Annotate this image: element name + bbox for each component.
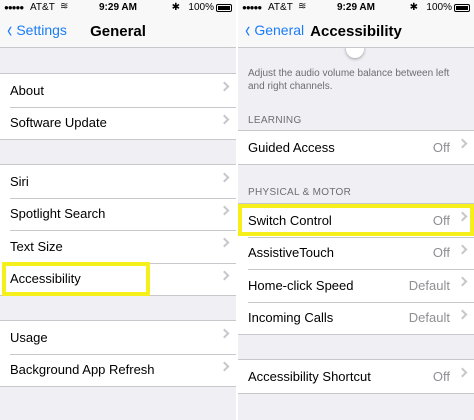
row-siri[interactable]: Siri <box>0 165 236 198</box>
row-value: Off <box>432 139 450 155</box>
row-label: About <box>10 82 44 98</box>
battery-percent: 100% <box>188 2 214 13</box>
bluetooth-icon: ✱ <box>409 2 418 13</box>
row-value: Off <box>432 212 450 228</box>
settings-group: Accessibility Shortcut Off <box>238 359 474 394</box>
chevron-right-icon <box>219 81 230 92</box>
settings-group: Switch Control Off AssistiveTouch Off Ho… <box>238 203 474 335</box>
section-header-learning: LEARNING <box>248 115 302 126</box>
chevron-right-icon <box>219 205 230 215</box>
row-label: Switch Control <box>248 212 332 228</box>
row-label: Accessibility <box>10 271 81 287</box>
chevron-right-icon <box>219 361 230 371</box>
balance-description: Adjust the audio volume balance between … <box>248 68 450 92</box>
battery-percent: 100% <box>426 2 452 13</box>
row-value: Default <box>408 310 450 326</box>
battery-icon <box>216 4 232 12</box>
row-label: Guided Access <box>248 139 335 155</box>
section-header-physical-motor: PHYSICAL & MOTOR <box>248 187 352 198</box>
row-accessibility-shortcut[interactable]: Accessibility Shortcut Off <box>238 360 474 393</box>
settings-group: Usage Background App Refresh <box>0 320 236 387</box>
row-usage[interactable]: Usage <box>0 321 236 354</box>
row-label: Spotlight Search <box>10 206 106 222</box>
chevron-right-icon <box>457 309 468 319</box>
row-value: Off <box>432 368 450 384</box>
row-label: Incoming Calls <box>248 310 334 326</box>
chevron-right-icon <box>457 138 468 149</box>
chevron-right-icon <box>457 367 468 378</box>
row-text-size[interactable]: Text Size <box>0 230 236 263</box>
row-switch-control[interactable]: Switch Control Off <box>238 204 474 237</box>
row-label: Accessibility Shortcut <box>248 368 371 384</box>
battery-icon <box>454 4 470 12</box>
chevron-right-icon <box>219 114 230 124</box>
nav-bar: ‹ General Accessibility <box>238 16 474 48</box>
general-screen: ●●●●● AT&T ≋ 9:29 AM ✱ 100% ‹ Settings G… <box>0 0 236 420</box>
settings-group: Siri Spotlight Search Text Size Accessib… <box>0 164 236 296</box>
status-bar: ●●●●● AT&T ≋ 9:29 AM ✱ 100% <box>238 0 474 16</box>
row-guided-access[interactable]: Guided Access Off <box>238 131 474 164</box>
status-bar: ●●●●● AT&T ≋ 9:29 AM ✱ 100% <box>0 0 236 16</box>
row-label: Siri <box>10 173 29 189</box>
row-assistivetouch[interactable]: AssistiveTouch Off <box>238 236 474 270</box>
row-value: Off <box>432 245 450 261</box>
nav-bar: ‹ Settings General <box>0 16 236 48</box>
row-label: Home-click Speed <box>248 277 354 293</box>
row-label: Text Size <box>10 238 63 254</box>
chevron-right-icon <box>457 211 468 222</box>
row-label: Background App Refresh <box>10 362 155 378</box>
chevron-right-icon <box>219 270 230 280</box>
page-title: General <box>90 23 146 40</box>
page-title: Accessibility <box>310 23 402 40</box>
row-label: Software Update <box>10 115 107 131</box>
accessibility-screen: ●●●●● AT&T ≋ 9:29 AM ✱ 100% ‹ General Ac… <box>238 0 474 420</box>
chevron-right-icon <box>219 237 230 248</box>
row-about[interactable]: About <box>0 74 236 107</box>
row-software-update[interactable]: Software Update <box>0 106 236 140</box>
row-home-click-speed[interactable]: Home-click Speed Default <box>238 269 474 302</box>
chevron-right-icon <box>457 276 468 287</box>
settings-group: About Software Update <box>0 73 236 140</box>
settings-group: Guided Access Off <box>238 130 474 165</box>
row-background-app-refresh[interactable]: Background App Refresh <box>0 353 236 387</box>
row-label: Usage <box>10 329 48 345</box>
row-accessibility[interactable]: Accessibility <box>0 262 236 296</box>
bluetooth-icon: ✱ <box>171 2 180 13</box>
row-spotlight-search[interactable]: Spotlight Search <box>0 197 236 231</box>
row-incoming-calls[interactable]: Incoming Calls Default <box>238 301 474 335</box>
row-label: AssistiveTouch <box>248 245 334 261</box>
chevron-right-icon <box>219 172 230 183</box>
row-value: Default <box>408 277 450 293</box>
chevron-right-icon <box>457 244 468 254</box>
chevron-right-icon <box>219 328 230 339</box>
